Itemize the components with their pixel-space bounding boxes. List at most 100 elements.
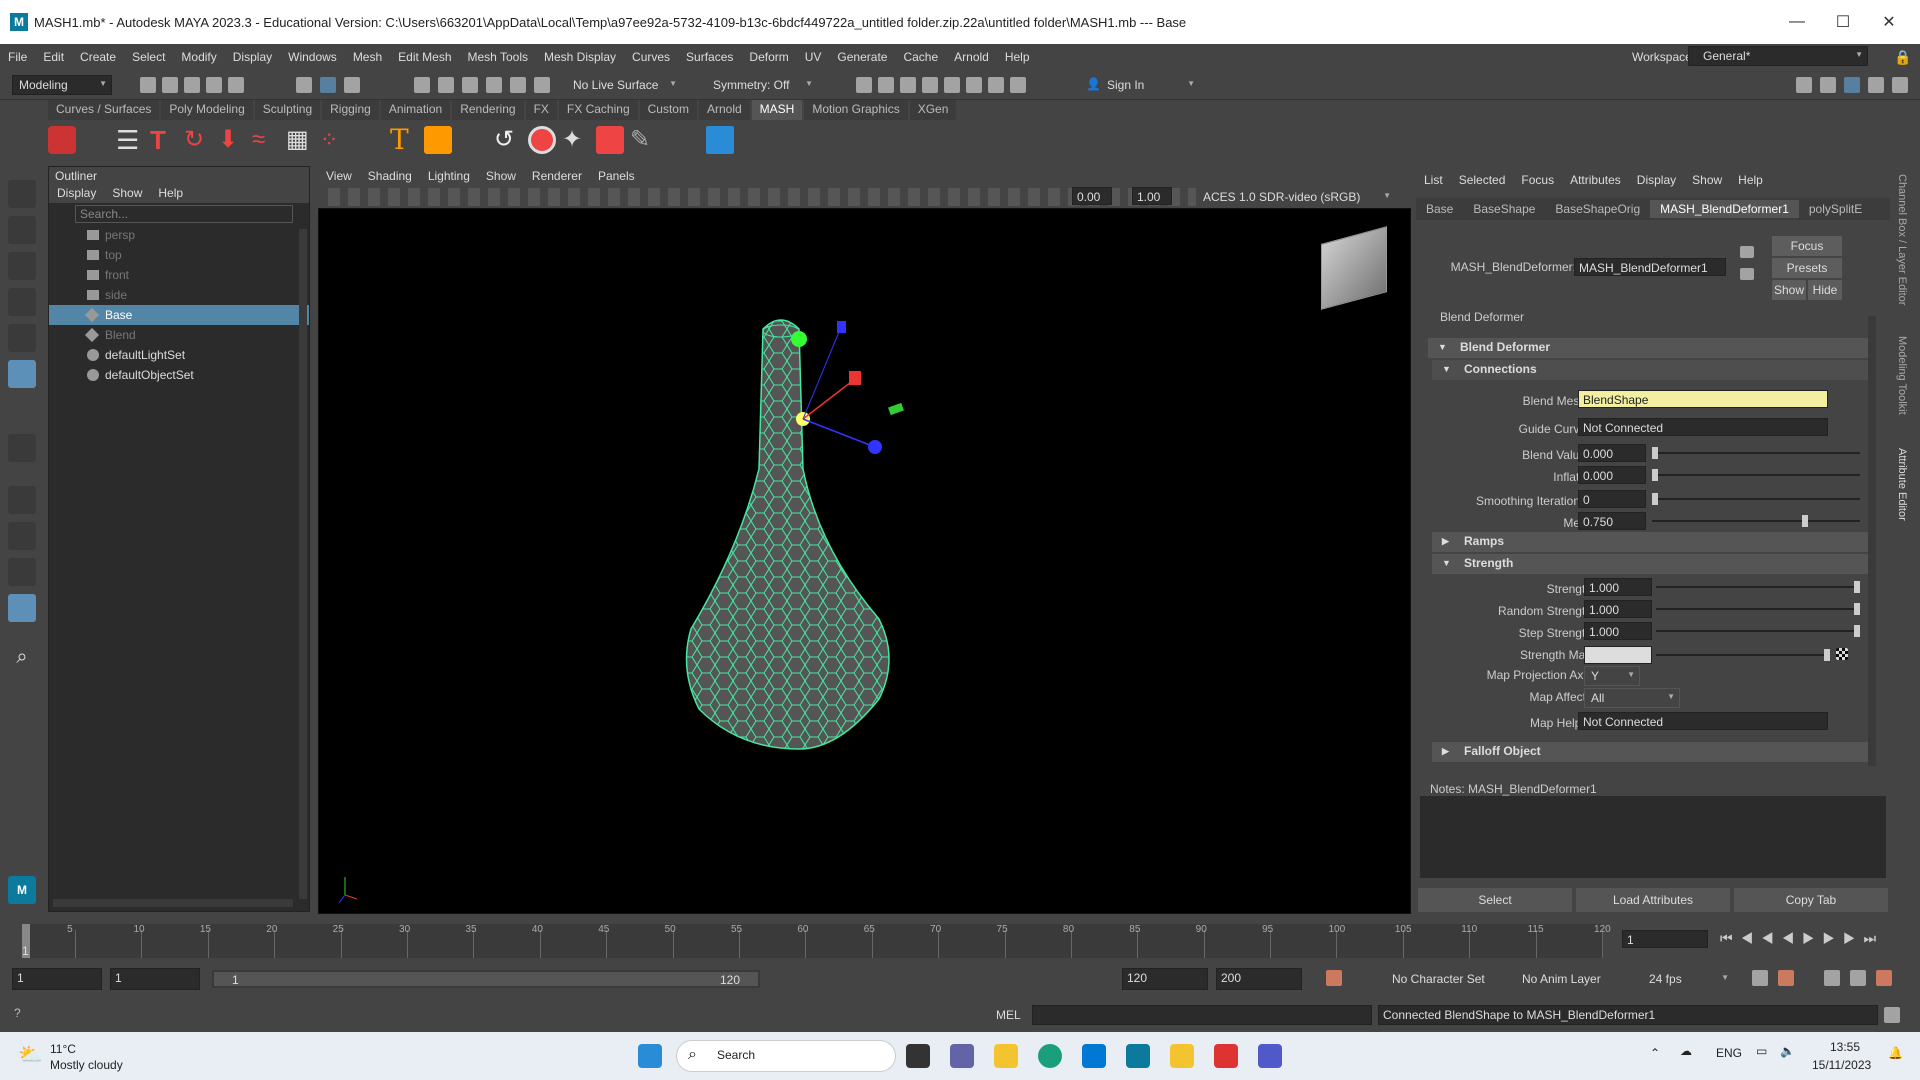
- inflate-field[interactable]: 0.000: [1578, 466, 1646, 484]
- mash-outliner-icon[interactable]: ☰: [116, 126, 144, 154]
- shelf-tab-animation[interactable]: Animation: [380, 100, 451, 120]
- select-button[interactable]: Select: [1418, 888, 1572, 912]
- maya-home-icon[interactable]: M: [8, 876, 36, 904]
- gamma-field[interactable]: 1.00: [1132, 187, 1172, 205]
- outliner-item-side[interactable]: side: [49, 285, 309, 305]
- shelf-tab-custom[interactable]: Custom: [639, 100, 697, 120]
- mash-explode-icon[interactable]: ✦: [562, 126, 590, 154]
- mash-grid-icon[interactable]: ▦: [286, 126, 314, 154]
- help-icon[interactable]: ?: [14, 1006, 21, 1020]
- shelf-tab-curves-surfaces[interactable]: Curves / Surfaces: [48, 100, 160, 120]
- chevron-up-icon[interactable]: ⌃: [1650, 1046, 1660, 1060]
- map-helper-field[interactable]: Not Connected: [1578, 712, 1828, 730]
- tab-modeling-toolkit[interactable]: Modeling Toolkit: [1896, 336, 1908, 415]
- step-strength-field[interactable]: 1.000: [1584, 622, 1652, 640]
- inflate-slider[interactable]: [1652, 474, 1860, 476]
- teams-icon[interactable]: [1258, 1044, 1282, 1068]
- texture-map-icon[interactable]: [1836, 648, 1848, 660]
- render-view-icon[interactable]: [944, 77, 960, 93]
- loop-icon[interactable]: [1752, 970, 1768, 986]
- single-perspective-layout-icon[interactable]: [8, 486, 36, 514]
- mash-paint-icon[interactable]: ✎: [630, 126, 658, 154]
- attr-menu-selected[interactable]: Selected: [1451, 173, 1514, 187]
- select-hierarchy-icon[interactable]: [296, 77, 312, 93]
- section-strength[interactable]: Strength: [1432, 554, 1872, 574]
- script-editor-icon[interactable]: [1884, 1007, 1900, 1023]
- select-object-icon[interactable]: [320, 77, 336, 93]
- command-input[interactable]: [1032, 1005, 1372, 1025]
- last-tool-icon[interactable]: [8, 434, 36, 462]
- edge-icon[interactable]: [1038, 1044, 1062, 1068]
- attr-menu-display[interactable]: Display: [1629, 173, 1684, 187]
- attr-menu-show[interactable]: Show: [1684, 173, 1730, 187]
- outliner-item-blend[interactable]: Blend: [49, 325, 309, 345]
- outliner-h-scrollbar[interactable]: [53, 899, 293, 907]
- outliner-menu-show[interactable]: Show: [104, 185, 150, 203]
- select-tool-icon[interactable]: [8, 180, 36, 208]
- render-current-frame-icon[interactable]: [856, 77, 872, 93]
- arnold-render-icon[interactable]: [966, 77, 982, 93]
- menu-display[interactable]: Display: [225, 50, 280, 64]
- network-icon[interactable]: ☁: [1680, 1044, 1692, 1058]
- language-indicator[interactable]: ENG: [1716, 1046, 1742, 1060]
- mash-network-icon[interactable]: [48, 126, 76, 154]
- two-view-layout-icon[interactable]: [8, 558, 36, 586]
- menu-windows[interactable]: Windows: [280, 50, 345, 64]
- mash-curve-icon[interactable]: ≈: [252, 126, 280, 154]
- folder-icon[interactable]: [1170, 1044, 1194, 1068]
- outliner-item-persp[interactable]: persp: [49, 225, 309, 245]
- strength-slider-handle[interactable]: [1854, 581, 1860, 593]
- four-view-layout-icon[interactable]: [8, 522, 36, 550]
- menu-generate[interactable]: Generate: [829, 50, 895, 64]
- scale-tool-icon[interactable]: [8, 360, 36, 388]
- menu-deform[interactable]: Deform: [741, 50, 796, 64]
- maximize-icon[interactable]: ☐: [1820, 0, 1866, 44]
- map-projection-axis-dropdown[interactable]: Y: [1584, 666, 1640, 686]
- exposure-field[interactable]: 0.00: [1072, 187, 1112, 205]
- attr-menu-help[interactable]: Help: [1730, 173, 1771, 187]
- step-strength-slider-handle[interactable]: [1854, 625, 1860, 637]
- section-falloff-object[interactable]: Falloff Object: [1432, 742, 1872, 762]
- tab-attribute-editor[interactable]: Attribute Editor: [1896, 448, 1908, 521]
- file-explorer-icon[interactable]: [994, 1044, 1018, 1068]
- new-scene-icon[interactable]: [140, 77, 156, 93]
- fps-dropdown[interactable]: 24 fps: [1642, 969, 1734, 989]
- snap-vertex-icon[interactable]: [534, 77, 550, 93]
- save-scene-icon[interactable]: [184, 77, 200, 93]
- rotate-tool-icon[interactable]: [8, 324, 36, 352]
- outliner-item-default-light-set[interactable]: defaultLightSet: [49, 345, 309, 365]
- section-blend-deformer[interactable]: Blend Deformer: [1428, 338, 1868, 358]
- blend-value-slider-handle[interactable]: [1652, 447, 1658, 459]
- character-set-dropdown[interactable]: No Character Set: [1392, 972, 1485, 986]
- random-strength-slider[interactable]: [1656, 608, 1860, 610]
- ipr-render-icon[interactable]: [878, 77, 894, 93]
- mel-language-label[interactable]: MEL: [996, 1008, 1021, 1022]
- menu-cache[interactable]: Cache: [895, 50, 946, 64]
- menu-edit[interactable]: Edit: [35, 50, 72, 64]
- outliner-scrollbar[interactable]: [299, 229, 307, 899]
- viewport-menu-renderer[interactable]: Renderer: [524, 168, 590, 186]
- hypershade-icon[interactable]: [922, 77, 938, 93]
- shelf-tab-fx[interactable]: FX: [525, 100, 557, 120]
- auto-key-icon[interactable]: [1326, 970, 1342, 986]
- random-strength-field[interactable]: 1.000: [1584, 600, 1652, 618]
- menu-mesh[interactable]: Mesh: [345, 50, 390, 64]
- strength-field[interactable]: 1.000: [1584, 578, 1652, 596]
- display-icon[interactable]: ▭: [1756, 1044, 1767, 1058]
- snap-surface-icon[interactable]: [510, 77, 526, 93]
- viewport-menu-show[interactable]: Show: [478, 168, 524, 186]
- outliner-search-input[interactable]: Search...: [75, 205, 293, 223]
- color-space-dropdown[interactable]: ACES 1.0 SDR-video (sRGB): [1196, 187, 1396, 207]
- minimize-icon[interactable]: —: [1774, 0, 1820, 44]
- shelf-tab-fx-caching[interactable]: FX Caching: [558, 100, 638, 120]
- channel-box-icon[interactable]: [1892, 77, 1908, 93]
- mash-world-icon[interactable]: [596, 126, 624, 154]
- menu-file[interactable]: File: [0, 50, 35, 64]
- mash-placer-icon[interactable]: ⬇: [218, 126, 246, 154]
- clock-time[interactable]: 13:55: [1830, 1040, 1860, 1054]
- mash-svg-icon[interactable]: [424, 126, 452, 154]
- map-affects-dropdown[interactable]: All: [1584, 688, 1680, 708]
- playback-end-field[interactable]: 120: [1122, 968, 1208, 990]
- tab-channel-box[interactable]: Channel Box / Layer Editor: [1896, 174, 1908, 305]
- taskbar-search-input[interactable]: Search: [676, 1040, 896, 1072]
